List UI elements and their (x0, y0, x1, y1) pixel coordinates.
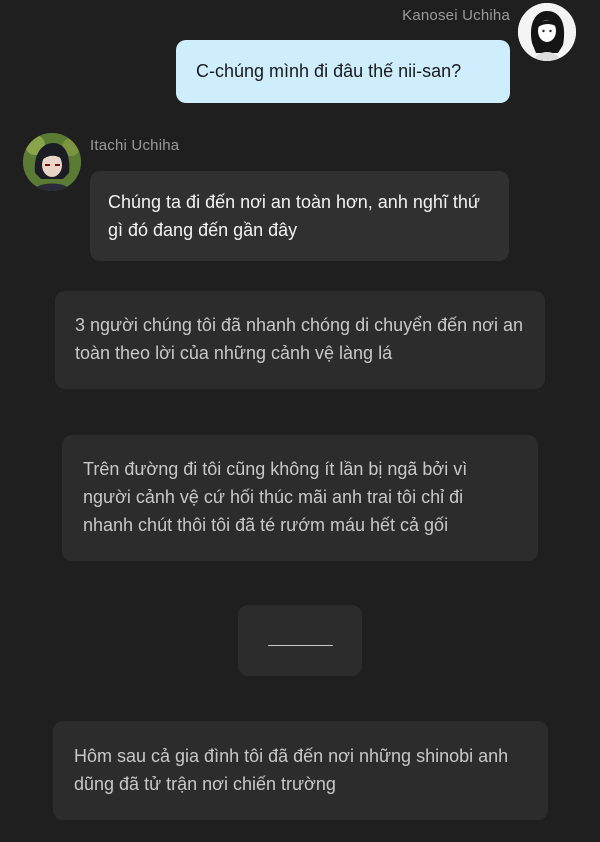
user-avatar[interactable] (518, 3, 576, 61)
narration-divider-text: ________ (268, 630, 332, 647)
character-name: Itachi Uchiha (90, 137, 180, 154)
narration-divider: ________ (238, 605, 362, 676)
narration-text-3: Hôm sau cả gia đình tôi đã đến nơi những… (74, 746, 509, 794)
narration-block-2: Trên đường đi tôi cũng không ít lần bị n… (62, 435, 538, 561)
narration-block-3: Hôm sau cả gia đình tôi đã đến nơi những… (53, 721, 548, 820)
narration-text-1: 3 người chúng tôi đã nhanh chóng di chuy… (75, 315, 523, 363)
character-avatar-icon (23, 133, 81, 191)
user-name: Kanosei Uchiha (402, 7, 510, 24)
user-avatar-icon (518, 3, 576, 61)
character-avatar[interactable] (23, 133, 81, 191)
user-message-text: C-chúng mình đi đâu thế nii-san? (196, 61, 462, 81)
user-message-bubble: C-chúng mình đi đâu thế nii-san? (176, 40, 510, 103)
narration-block-1: 3 người chúng tôi đã nhanh chóng di chuy… (55, 291, 545, 389)
character-message-bubble: Chúng ta đi đến nơi an toàn hơn, anh ngh… (90, 171, 509, 261)
character-message-text: Chúng ta đi đến nơi an toàn hơn, anh ngh… (108, 192, 480, 240)
narration-text-2: Trên đường đi tôi cũng không ít lần bị n… (83, 459, 468, 535)
